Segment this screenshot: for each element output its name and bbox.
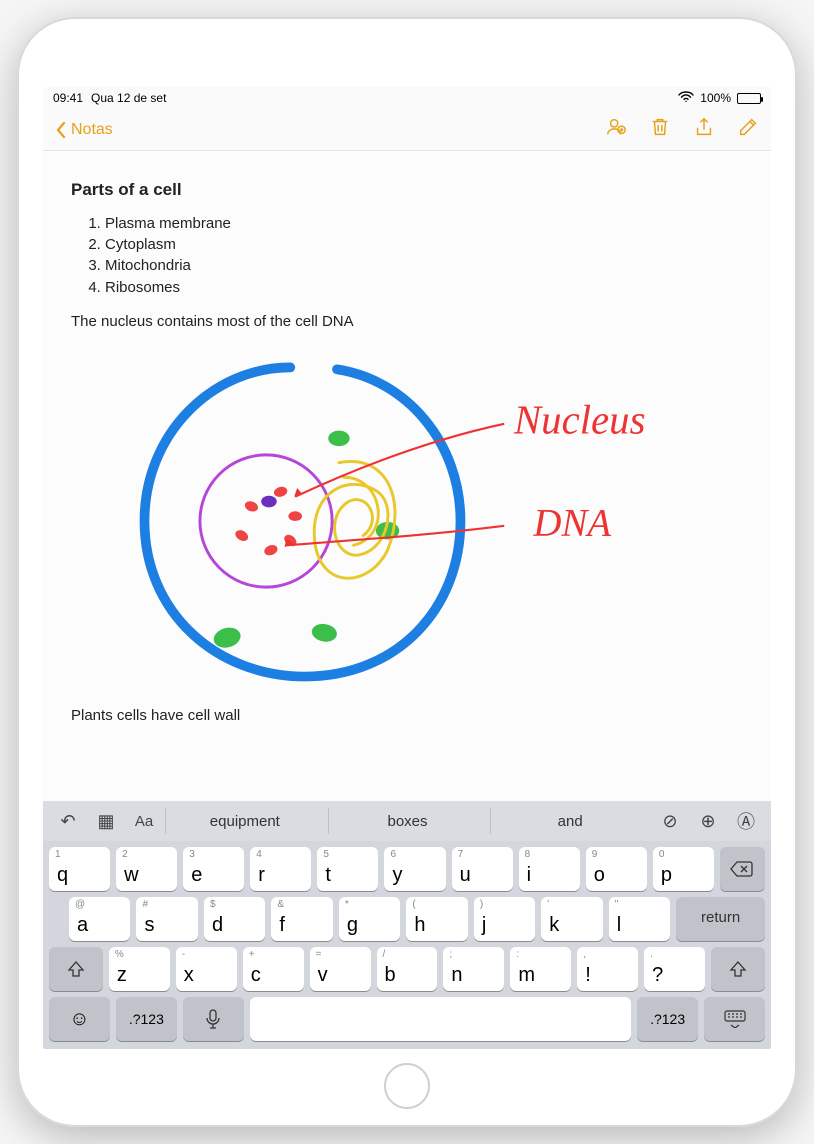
note-title: Parts of a cell (71, 179, 743, 202)
add-icon[interactable]: ⊕ (691, 806, 725, 836)
key-c[interactable]: +c (243, 947, 304, 991)
mic-key[interactable] (183, 997, 244, 1041)
key-h[interactable]: (h (406, 897, 467, 941)
key-z[interactable]: %z (109, 947, 170, 991)
numbers-key[interactable]: .?123 (116, 997, 177, 1041)
sketch-label-dna: DNA (532, 502, 611, 545)
list-item: Cytoplasm (105, 235, 743, 255)
checklist-icon[interactable]: ⊘ (653, 806, 687, 836)
return-key[interactable]: return (676, 897, 765, 941)
compose-icon[interactable] (737, 116, 759, 144)
status-time: 09:41 (53, 91, 83, 105)
key-f[interactable]: &f (271, 897, 332, 941)
list-item: Ribosomes (105, 278, 743, 298)
key-l[interactable]: "l (609, 897, 670, 941)
backspace-key[interactable] (720, 847, 765, 891)
key-q[interactable]: 1q (49, 847, 110, 891)
emoji-key[interactable]: ☺ (49, 997, 110, 1041)
key-![interactable]: ,! (577, 947, 638, 991)
hide-keyboard-key[interactable] (704, 997, 765, 1041)
screen: 09:41 Qua 12 de set 100% Notas (43, 87, 771, 1049)
shift-key[interactable] (49, 947, 103, 991)
key-j[interactable]: )j (474, 897, 535, 941)
suggestion[interactable]: and (490, 808, 649, 834)
nav-bar: Notas (43, 109, 771, 151)
share-icon[interactable] (693, 116, 715, 144)
key-e[interactable]: 3e (183, 847, 244, 891)
trash-icon[interactable] (649, 116, 671, 144)
markup-icon[interactable]: Ⓐ (729, 806, 763, 836)
key-r[interactable]: 4r (250, 847, 311, 891)
wifi-icon (678, 91, 694, 106)
space-key[interactable] (250, 997, 631, 1041)
home-button[interactable] (384, 1063, 430, 1109)
status-date: Qua 12 de set (91, 91, 166, 105)
format-icon[interactable]: Aa (127, 806, 161, 836)
key-n[interactable]: ;n (443, 947, 504, 991)
battery-icon (737, 93, 761, 104)
table-icon[interactable]: ▦ (89, 806, 123, 836)
suggestion[interactable]: boxes (328, 808, 487, 834)
note-line: The nucleus contains most of the cell DN… (71, 312, 743, 332)
key-p[interactable]: 0p (653, 847, 714, 891)
key-b[interactable]: /b (377, 947, 438, 991)
key-w[interactable]: 2w (116, 847, 177, 891)
status-bar: 09:41 Qua 12 de set 100% (43, 87, 771, 109)
back-label: Notas (71, 121, 113, 139)
key-s[interactable]: #s (136, 897, 197, 941)
battery-pct: 100% (700, 91, 731, 105)
keyboard-toolbar: ↶ ▦ Aa equipment boxes and ⊘ ⊕ Ⓐ (43, 801, 771, 841)
keyboard: ↶ ▦ Aa equipment boxes and ⊘ ⊕ Ⓐ 1q2w3e4… (43, 801, 771, 1049)
key-t[interactable]: 5t (317, 847, 378, 891)
note-body[interactable]: Parts of a cell Plasma membrane Cytoplas… (43, 151, 771, 801)
list-item: Plasma membrane (105, 214, 743, 234)
numbers-key[interactable]: .?123 (637, 997, 698, 1041)
back-button[interactable]: Notas (55, 121, 113, 139)
suggestion[interactable]: equipment (165, 808, 324, 834)
key-k[interactable]: 'k (541, 897, 602, 941)
shift-key[interactable] (711, 947, 765, 991)
note-line: Plants cells have cell wall (71, 706, 743, 726)
add-person-icon[interactable] (605, 116, 627, 144)
note-list: Plasma membrane Cytoplasm Mitochondria R… (105, 214, 743, 298)
sketch-label-nucleus: Nucleus (513, 398, 646, 443)
list-item: Mitochondria (105, 256, 743, 276)
key-?[interactable]: .? (644, 947, 705, 991)
ipad-frame: 09:41 Qua 12 de set 100% Notas (17, 17, 797, 1127)
undo-icon[interactable]: ↶ (51, 806, 85, 836)
key-o[interactable]: 9o (586, 847, 647, 891)
key-i[interactable]: 8i (519, 847, 580, 891)
key-d[interactable]: $d (204, 897, 265, 941)
key-u[interactable]: 7u (452, 847, 513, 891)
key-g[interactable]: *g (339, 897, 400, 941)
key-a[interactable]: @a (69, 897, 130, 941)
cell-sketch: Nucleus DNA (71, 346, 743, 696)
key-v[interactable]: =v (310, 947, 371, 991)
key-x[interactable]: -x (176, 947, 237, 991)
key-y[interactable]: 6y (384, 847, 445, 891)
key-m[interactable]: :m (510, 947, 571, 991)
